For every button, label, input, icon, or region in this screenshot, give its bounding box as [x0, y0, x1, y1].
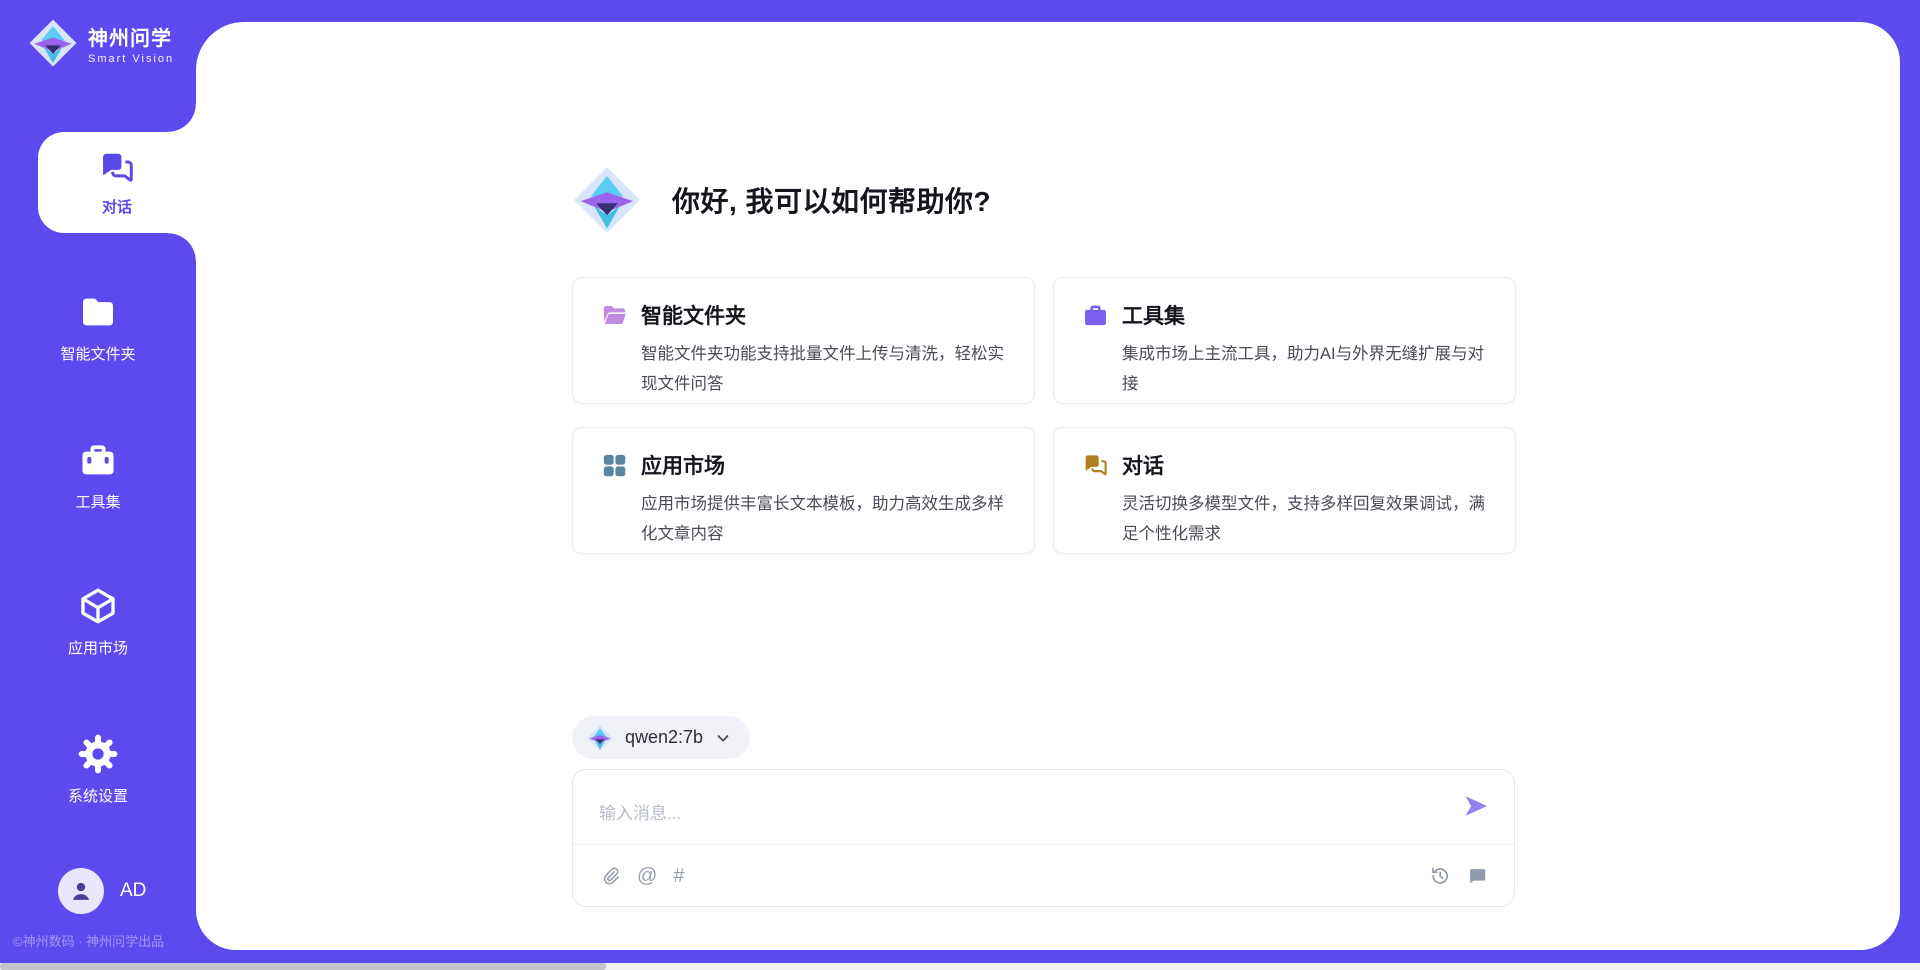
hash-icon[interactable]: # — [673, 866, 684, 886]
composer-toolbar-right — [1429, 865, 1488, 887]
user-initials: AD — [120, 880, 146, 902]
diamond-logo-icon — [586, 724, 614, 752]
sidebar-item-settings[interactable]: 系统设置 — [0, 734, 196, 806]
avatar — [58, 868, 104, 914]
send-icon[interactable] — [1462, 792, 1490, 820]
horizontal-scrollbar-thumb[interactable] — [0, 963, 606, 970]
composer-toolbar: @ # — [599, 845, 1488, 907]
composer: @ # — [572, 769, 1515, 907]
sidebar: 神州问学 Smart Vision 对话 智能文件夹 工具集 — [0, 0, 196, 970]
folder-open-icon — [601, 302, 628, 329]
history-icon[interactable] — [1429, 865, 1451, 887]
card-app-market[interactable]: 应用市场 应用市场提供丰富长文本模板，助力高效生成多样化文章内容 — [572, 427, 1035, 554]
sidebar-item-app-market[interactable]: 应用市场 — [0, 586, 196, 658]
sidebar-item-label: 系统设置 — [68, 785, 128, 806]
person-icon — [67, 877, 95, 905]
main-content: 你好, 我可以如何帮助你? 智能文件夹 智能文件夹功能支持批量文件上传与清洗，轻… — [196, 22, 1900, 950]
diamond-logo-icon — [28, 18, 78, 68]
folder-icon — [78, 292, 118, 332]
sidebar-item-smart-folder[interactable]: 智能文件夹 — [0, 292, 196, 364]
sidebar-item-label: 工具集 — [75, 491, 120, 512]
chat-icon — [98, 149, 136, 187]
card-title: 智能文件夹 — [641, 300, 746, 330]
app-subtitle: Smart Vision — [88, 53, 174, 65]
grid-icon — [601, 452, 628, 479]
card-description: 集成市场上主流工具，助力AI与外界无缝扩展与对接 — [1122, 339, 1487, 399]
greeting-title: 你好, 我可以如何帮助你? — [672, 180, 991, 220]
chat-icon — [1082, 452, 1109, 479]
sidebar-item-label: 应用市场 — [68, 637, 128, 658]
sidebar-item-label: 智能文件夹 — [60, 343, 135, 364]
card-description: 智能文件夹功能支持批量文件上传与清洗，轻松实现文件问答 — [641, 339, 1006, 399]
sidebar-item-chat[interactable]: 对话 — [38, 132, 196, 233]
card-smart-folder[interactable]: 智能文件夹 智能文件夹功能支持批量文件上传与清洗，轻松实现文件问答 — [572, 277, 1035, 404]
card-title: 对话 — [1122, 450, 1164, 480]
toolbox-icon — [1082, 302, 1109, 329]
copyright-text: ©神州数码 · 神州问学出品 — [13, 931, 164, 950]
feature-cards: 智能文件夹 智能文件夹功能支持批量文件上传与清洗，轻松实现文件问答 工具集 集成… — [572, 277, 1516, 554]
tab-connector-top — [168, 104, 196, 132]
message-input[interactable] — [599, 794, 1419, 834]
app-title: 神州问学 — [88, 22, 174, 51]
app-brand: 神州问学 Smart Vision — [28, 18, 174, 68]
chevron-down-icon — [714, 729, 732, 747]
cube-icon — [78, 586, 118, 626]
card-description: 应用市场提供丰富长文本模板，助力高效生成多样化文章内容 — [641, 489, 1006, 549]
diamond-logo-icon — [572, 165, 642, 235]
gear-icon — [78, 734, 118, 774]
greeting: 你好, 我可以如何帮助你? — [572, 165, 991, 235]
sidebar-item-label: 对话 — [102, 196, 132, 217]
attachment-icon[interactable] — [599, 865, 621, 887]
card-title: 应用市场 — [641, 450, 725, 480]
sidebar-item-toolset[interactable]: 工具集 — [0, 440, 196, 512]
horizontal-scrollbar — [0, 963, 1920, 970]
card-toolset[interactable]: 工具集 集成市场上主流工具，助力AI与外界无缝扩展与对接 — [1053, 277, 1516, 404]
toolbox-icon — [78, 440, 118, 480]
message-icon[interactable] — [1466, 865, 1488, 887]
card-chat[interactable]: 对话 灵活切换多模型文件，支持多样回复效果调试，满足个性化需求 — [1053, 427, 1516, 554]
model-name: qwen2:7b — [625, 727, 703, 748]
card-description: 灵活切换多模型文件，支持多样回复效果调试，满足个性化需求 — [1122, 489, 1487, 549]
card-title: 工具集 — [1122, 300, 1185, 330]
at-icon[interactable]: @ — [637, 866, 657, 886]
user-menu[interactable]: AD — [58, 868, 146, 914]
model-selector[interactable]: qwen2:7b — [572, 716, 750, 759]
tab-connector-bottom — [168, 233, 196, 261]
